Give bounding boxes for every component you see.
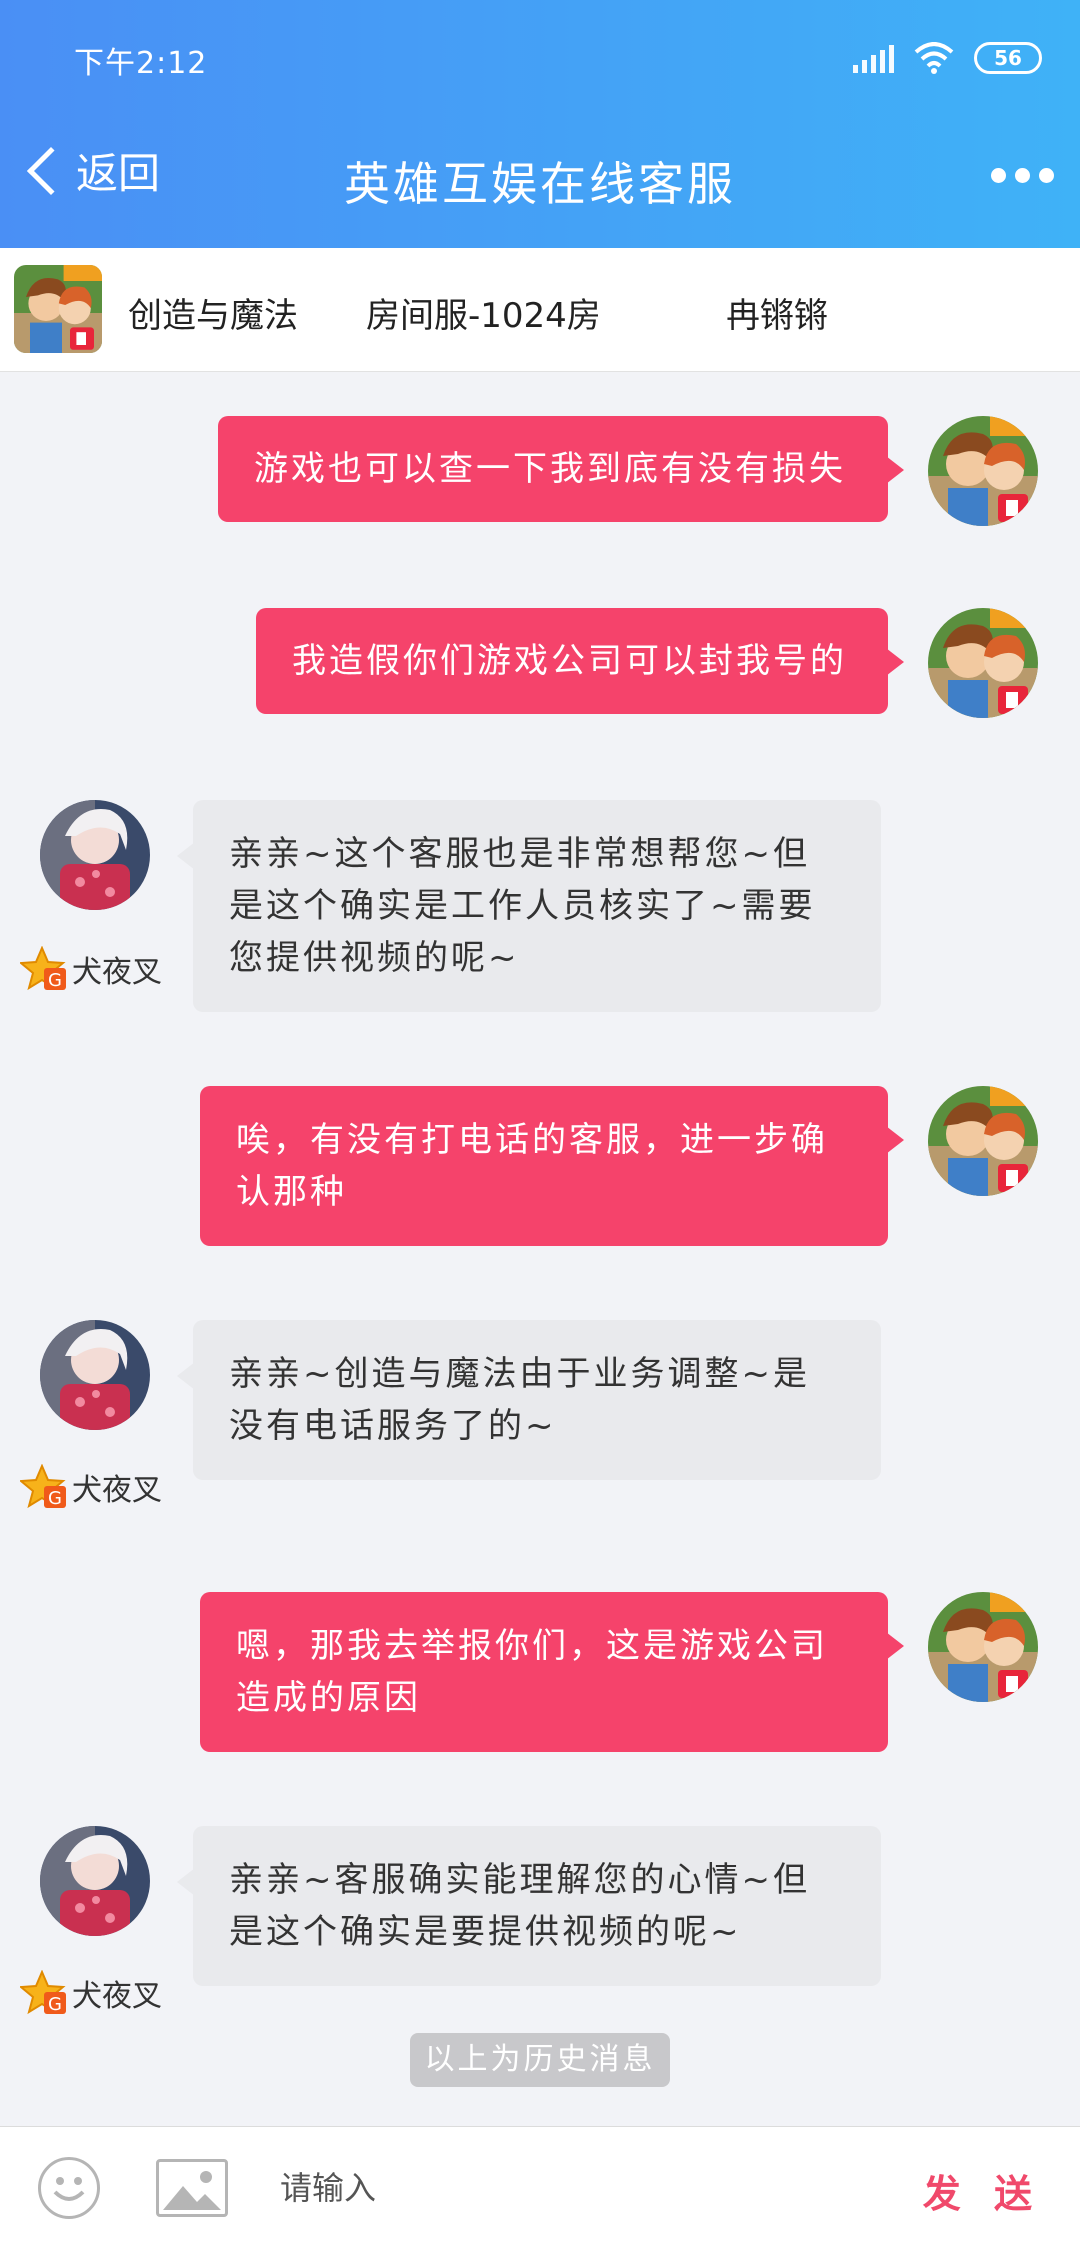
user-name: 冉锵锵 bbox=[726, 296, 828, 336]
server-name: 房间服-1024房 bbox=[366, 296, 601, 336]
agent-name: 犬夜叉 bbox=[72, 1473, 162, 1508]
agent-avatar[interactable] bbox=[40, 800, 150, 910]
user-avatar[interactable] bbox=[928, 1086, 1038, 1196]
input-bar: 发 送 bbox=[0, 2126, 1080, 2248]
message-text: 亲亲~客服确实能理解您的心情~但是这个确实是要提供视频的呢~ bbox=[229, 1860, 810, 1952]
message-text: 亲亲~创造与魔法由于业务调整~是没有电话服务了的~ bbox=[229, 1354, 810, 1446]
agent-tag: G 犬夜叉 bbox=[20, 1464, 162, 1510]
image-icon[interactable] bbox=[156, 2159, 228, 2217]
agent-avatar[interactable] bbox=[40, 1320, 150, 1430]
game-logo bbox=[14, 265, 102, 353]
page-title: 英雄互娱在线客服 bbox=[344, 157, 736, 211]
agent-level-badge-icon: G bbox=[20, 1970, 66, 2015]
game-name: 创造与魔法 bbox=[128, 296, 298, 336]
agent-level-badge-icon: G bbox=[20, 1464, 66, 1509]
message-text: 唉，有没有打电话的客服，进一步确认那种 bbox=[236, 1120, 828, 1212]
user-avatar[interactable] bbox=[928, 608, 1038, 718]
agent-message-bubble: 亲亲~这个客服也是非常想帮您~但是这个确实是工作人员核实了~需要您提供视频的呢~ bbox=[177, 800, 881, 1012]
message-text: 我造假你们游戏公司可以封我号的 bbox=[292, 641, 847, 681]
agent-level-badge-icon: G bbox=[20, 946, 66, 991]
signal-icon bbox=[853, 43, 894, 73]
agent-message-bubble: 亲亲~客服确实能理解您的心情~但是这个确实是要提供视频的呢~ bbox=[177, 1826, 881, 1986]
user-avatar[interactable] bbox=[928, 1592, 1038, 1702]
app-header: 下午2:12 56 返回 英雄互娱在线客服 bbox=[0, 0, 1080, 248]
wifi-icon bbox=[914, 42, 954, 74]
smiley-face-icon[interactable] bbox=[38, 2157, 100, 2219]
agent-tag: G 犬夜叉 bbox=[20, 1970, 162, 2016]
user-message-bubble: 唉，有没有打电话的客服，进一步确认那种 bbox=[200, 1086, 904, 1246]
message-text: 嗯，那我去举报你们，这是游戏公司造成的原因 bbox=[236, 1626, 828, 1718]
message-text: 亲亲~这个客服也是非常想帮您~但是这个确实是工作人员核实了~需要您提供视频的呢~ bbox=[229, 834, 816, 978]
agent-name: 犬夜叉 bbox=[72, 955, 162, 990]
user-message-bubble: 我造假你们游戏公司可以封我号的 bbox=[256, 608, 904, 714]
svg-text:G: G bbox=[48, 970, 62, 991]
agent-name: 犬夜叉 bbox=[72, 1979, 162, 2014]
status-icons: 56 bbox=[853, 38, 1042, 78]
history-divider: 以上为历史消息 bbox=[410, 2033, 670, 2087]
message-text: 游戏也可以查一下我到底有没有损失 bbox=[254, 449, 846, 489]
send-button[interactable]: 发 送 bbox=[923, 2163, 1042, 2218]
agent-message-bubble: 亲亲~创造与魔法由于业务调整~是没有电话服务了的~ bbox=[177, 1320, 881, 1480]
more-dots-icon[interactable] bbox=[991, 168, 1054, 183]
battery-level: 56 bbox=[994, 46, 1022, 70]
battery-icon: 56 bbox=[974, 42, 1042, 74]
user-message-bubble: 嗯，那我去举报你们，这是游戏公司造成的原因 bbox=[200, 1592, 904, 1752]
svg-text:G: G bbox=[48, 1994, 62, 2015]
agent-avatar[interactable] bbox=[40, 1826, 150, 1936]
status-time: 下午2:12 bbox=[74, 46, 208, 81]
session-info-bar: 创造与魔法 房间服-1024房 冉锵锵 bbox=[0, 248, 1080, 372]
user-avatar[interactable] bbox=[928, 416, 1038, 526]
user-message-bubble: 游戏也可以查一下我到底有没有损失 bbox=[218, 416, 904, 522]
message-input[interactable] bbox=[280, 2157, 900, 2219]
svg-text:G: G bbox=[48, 1488, 62, 1509]
agent-tag: G 犬夜叉 bbox=[20, 946, 162, 992]
